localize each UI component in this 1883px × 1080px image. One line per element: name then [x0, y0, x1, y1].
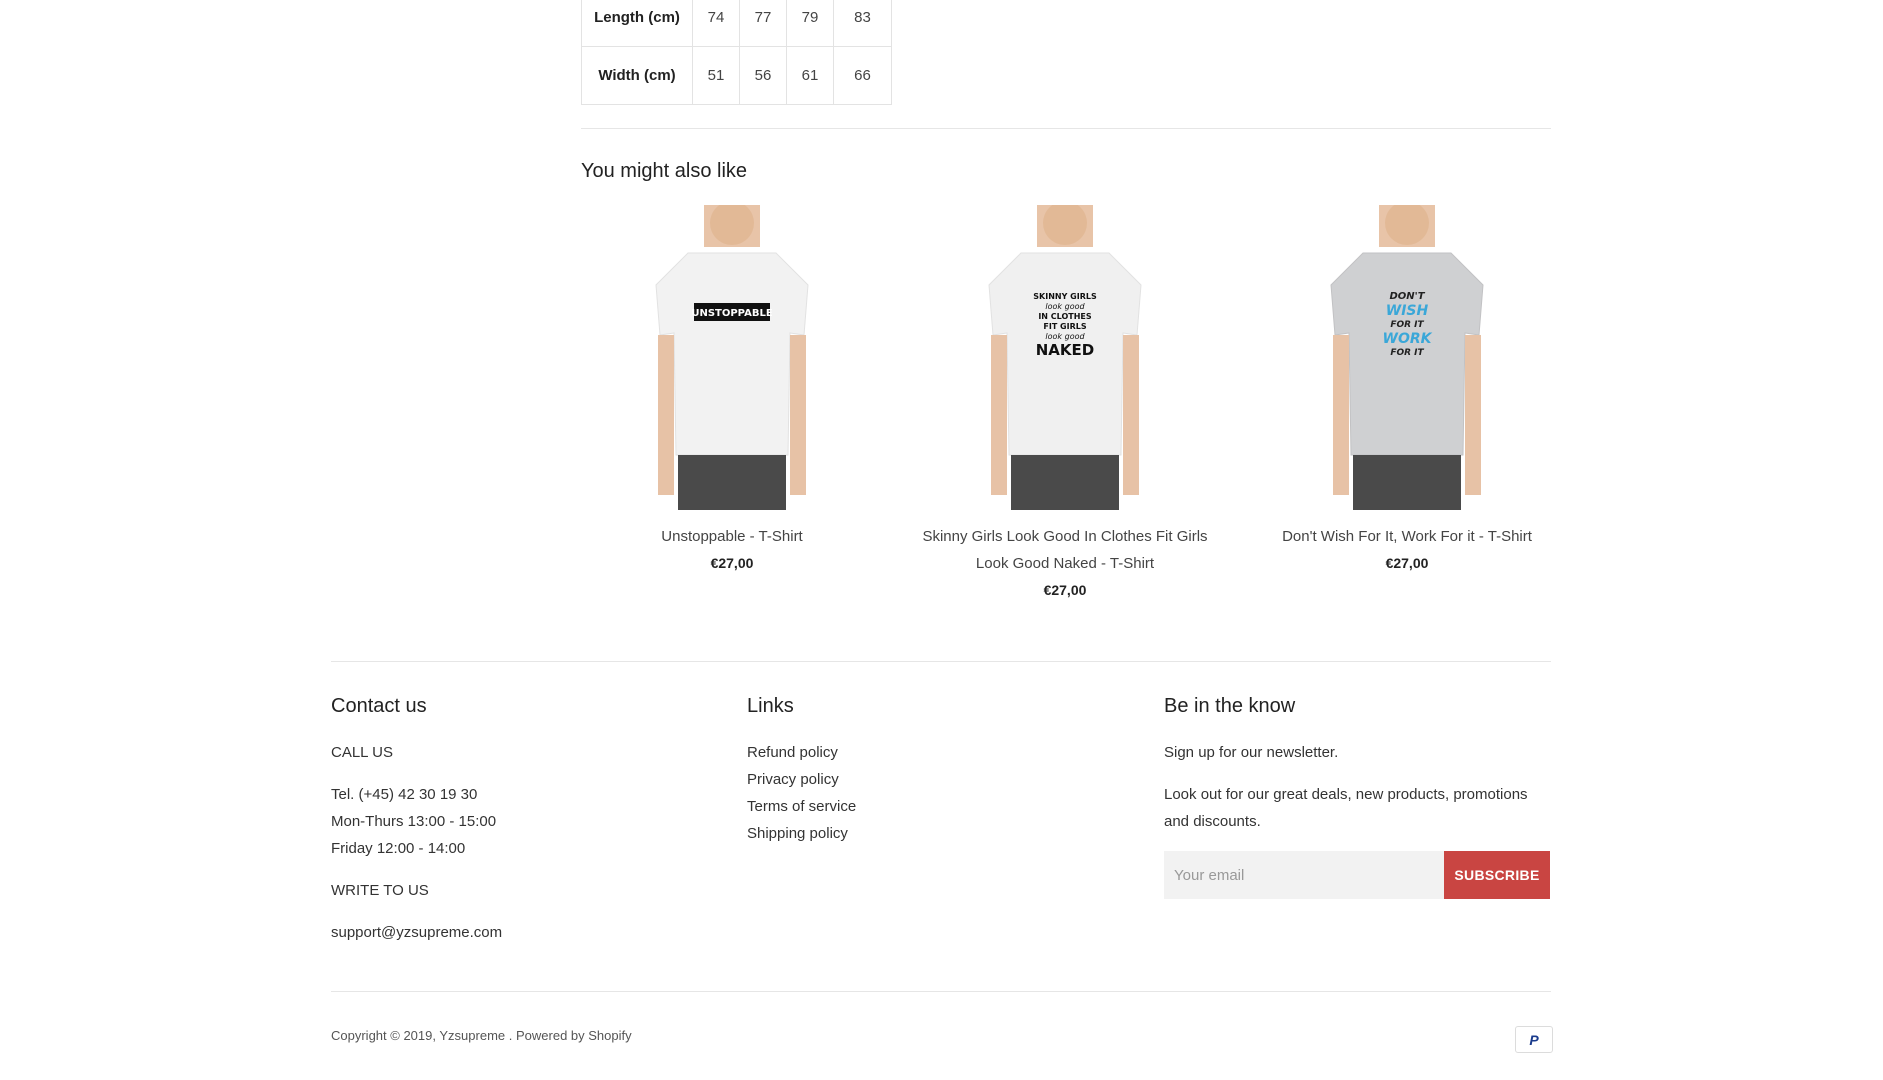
related-products-title: You might also like [581, 160, 748, 182]
product-name[interactable]: Unstoppable - T-Shirt [628, 523, 836, 550]
table-cell: 56 [739, 46, 787, 105]
footer-link-list: Refund policy Privacy policy Terms of se… [747, 739, 856, 847]
newsletter-intro: Sign up for our newsletter. [1164, 744, 1339, 761]
phone-number: Tel. (+45) 42 30 19 30 [331, 786, 478, 803]
shipping-policy-link[interactable]: Shipping policy [747, 820, 856, 847]
footer-heading: Contact us [331, 695, 427, 717]
svg-text:UNSTOPPABLE: UNSTOPPABLE [691, 308, 772, 319]
divider [331, 991, 1551, 992]
svg-text:SKINNY GIRLS: SKINNY GIRLS [1033, 292, 1097, 301]
refund-policy-link[interactable]: Refund policy [747, 739, 856, 766]
svg-text:FOR IT: FOR IT [1390, 348, 1424, 358]
table-cell: 61 [786, 46, 834, 105]
write-us-label: WRITE TO US [331, 882, 429, 899]
table-row: Width (cm) 51 56 61 66 [581, 46, 892, 105]
svg-text:FOR IT: FOR IT [1390, 320, 1424, 330]
support-email[interactable]: support@yzsupreme.com [331, 919, 502, 946]
svg-text:DON'T: DON'T [1389, 291, 1425, 302]
newsletter-email-input[interactable] [1164, 851, 1444, 899]
table-cell: 66 [833, 46, 892, 105]
product-name[interactable]: Don't Wish For It, Work For it - T-Shirt [1282, 523, 1532, 550]
product-name[interactable]: Skinny Girls Look Good In Clothes Fit Gi… [910, 523, 1220, 577]
product-price: €27,00 [710, 555, 754, 571]
size-chart-table: Length (cm) 74 77 79 83 Width (cm) 51 56… [581, 0, 892, 105]
table-cell: 77 [739, 0, 787, 47]
separator: . [508, 1028, 513, 1043]
svg-text:NAKED: NAKED [1036, 341, 1094, 359]
footer-heading: Be in the know [1164, 695, 1296, 717]
opening-hours: Friday 12:00 - 14:00 [331, 840, 466, 857]
paypal-icon: P [1515, 1026, 1553, 1053]
powered-by-link[interactable]: Powered by Shopify [516, 1028, 632, 1043]
table-cell: 74 [692, 0, 740, 47]
row-label: Width (cm) [581, 46, 693, 105]
subscribe-button[interactable]: SUBSCRIBE [1444, 851, 1550, 899]
terms-of-service-link[interactable]: Terms of service [747, 793, 856, 820]
privacy-policy-link[interactable]: Privacy policy [747, 766, 856, 793]
svg-text:look good: look good [1045, 302, 1085, 311]
svg-text:WISH: WISH [1386, 303, 1429, 319]
divider [581, 128, 1551, 129]
svg-text:WORK: WORK [1383, 331, 1433, 347]
call-us-label: CALL US [331, 744, 393, 761]
table-cell: 79 [786, 0, 834, 47]
footer-newsletter: Be in the know [1164, 695, 1295, 718]
copyright: Copyright © 2019, Yzsupreme . Powered by… [331, 1028, 632, 1043]
footer-contact: Contact us [331, 695, 427, 718]
table-cell: 83 [833, 0, 892, 47]
svg-text:FIT GIRLS: FIT GIRLS [1043, 322, 1086, 331]
product-image[interactable]: SKINNY GIRLS look good IN CLOTHES FIT GI… [981, 205, 1149, 510]
divider [331, 661, 1551, 662]
product-card[interactable]: UNSTOPPABLE Unstoppable - T-Shirt €27,00 [628, 205, 836, 571]
row-label: Length (cm) [581, 0, 693, 47]
opening-hours: Mon-Thurs 13:00 - 15:00 [331, 813, 497, 830]
svg-text:look good: look good [1045, 332, 1085, 341]
newsletter-description: Look out for our great deals, new produc… [1164, 786, 1528, 830]
footer-links: Links [747, 695, 794, 718]
product-card[interactable]: DON'T WISH FOR IT WORK FOR IT Don't Wish… [1282, 205, 1532, 571]
copyright-text: Copyright © 2019, [331, 1028, 436, 1043]
product-card[interactable]: SKINNY GIRLS look good IN CLOTHES FIT GI… [910, 205, 1220, 598]
table-row: Length (cm) 74 77 79 83 [581, 0, 892, 47]
footer-heading: Links [747, 695, 794, 717]
product-price: €27,00 [1385, 555, 1429, 571]
product-image[interactable]: DON'T WISH FOR IT WORK FOR IT [1323, 205, 1491, 510]
brand-link[interactable]: Yzsupreme [439, 1028, 505, 1043]
svg-text:IN CLOTHES: IN CLOTHES [1038, 312, 1092, 321]
product-price: €27,00 [1043, 582, 1087, 598]
product-image[interactable]: UNSTOPPABLE [648, 205, 816, 510]
table-cell: 51 [692, 46, 740, 105]
